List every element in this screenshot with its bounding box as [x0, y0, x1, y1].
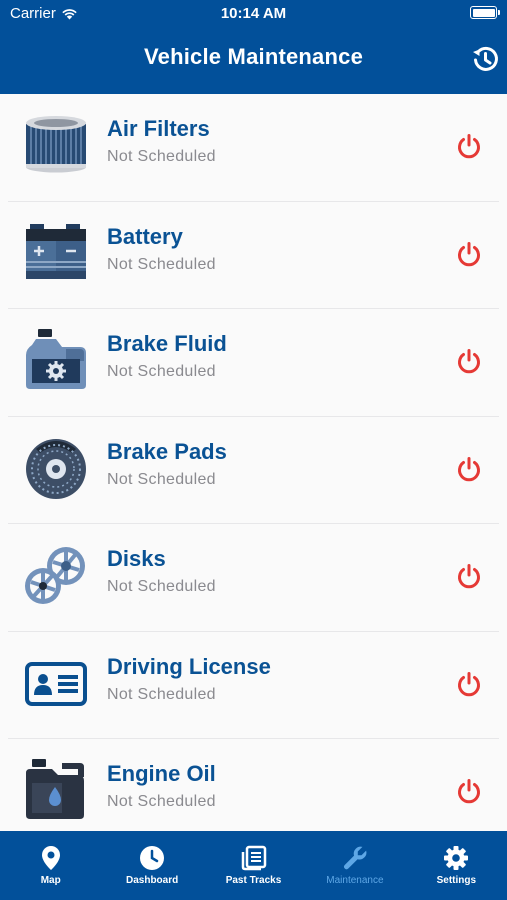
- power-toggle-button[interactable]: [452, 774, 486, 808]
- tab-maintenance[interactable]: Maintenance: [304, 831, 405, 900]
- power-toggle-button[interactable]: [452, 129, 486, 163]
- tab-map[interactable]: Map: [0, 831, 101, 900]
- list-item[interactable]: Battery Not Scheduled: [0, 201, 507, 309]
- power-icon: [458, 134, 480, 159]
- item-status: Not Scheduled: [107, 363, 216, 380]
- power-toggle-button[interactable]: [452, 237, 486, 271]
- driving-license-icon: [25, 661, 87, 706]
- battery-icon: [26, 223, 86, 279]
- power-icon: [458, 671, 480, 696]
- clock-icon: [139, 845, 165, 871]
- maintenance-list: Air Filters Not Scheduled Battery Not Sc: [0, 94, 507, 831]
- wrench-icon: [342, 845, 368, 871]
- list-item[interactable]: Driving License Not Scheduled: [0, 631, 507, 739]
- map-pin-icon: [38, 845, 64, 871]
- power-toggle-button[interactable]: [452, 559, 486, 593]
- item-status: Not Scheduled: [107, 793, 216, 810]
- power-toggle-button[interactable]: [452, 344, 486, 378]
- item-name: Battery: [107, 223, 183, 249]
- power-icon: [458, 349, 480, 374]
- status-bar: Carrier 10:14 AM: [0, 0, 507, 28]
- tab-dashboard[interactable]: Dashboard: [101, 831, 202, 900]
- brake-fluid-icon: [26, 329, 86, 389]
- tracks-icon: [241, 845, 267, 871]
- air-filter-icon: [26, 116, 86, 173]
- power-icon: [458, 241, 480, 266]
- tab-past-tracks[interactable]: Past Tracks: [203, 831, 304, 900]
- tab-label: Map: [40, 875, 61, 886]
- list-item[interactable]: Air Filters Not Scheduled: [0, 94, 507, 202]
- item-status: Not Scheduled: [107, 578, 216, 595]
- tab-settings[interactable]: Settings: [406, 831, 507, 900]
- header: Carrier 10:14 AM Vehicle Maintenance: [0, 0, 507, 94]
- tab-label: Settings: [436, 875, 477, 886]
- item-name: Disks: [107, 546, 166, 571]
- power-icon: [458, 779, 480, 804]
- power-icon: [458, 564, 480, 589]
- battery-status-icon: [470, 6, 500, 19]
- item-name: Air Filters: [107, 116, 210, 141]
- item-name: Brake Fluid: [107, 331, 227, 356]
- power-icon: [458, 456, 480, 481]
- item-status: Not Scheduled: [107, 685, 216, 703]
- list-item[interactable]: Brake Pads Not Scheduled: [0, 416, 507, 524]
- page-title: Vehicle Maintenance: [144, 44, 363, 69]
- disks-icon: [25, 547, 85, 604]
- tab-label: Past Tracks: [225, 875, 282, 886]
- status-time: 10:14 AM: [220, 5, 287, 22]
- item-status: Not Scheduled: [107, 148, 216, 165]
- tab-label: Maintenance: [326, 875, 384, 886]
- item-status: Not Scheduled: [107, 255, 216, 273]
- gear-icon: [443, 845, 469, 871]
- engine-oil-icon: [26, 759, 84, 819]
- brake-pads-icon: [26, 438, 86, 499]
- item-name: Brake Pads: [107, 438, 227, 464]
- tab-bar: Map Dashboard Past Tracks Maintenance Se…: [0, 831, 507, 900]
- item-name: Driving License: [107, 653, 271, 679]
- list-item[interactable]: Engine Oil Not Scheduled: [0, 739, 507, 831]
- item-status: Not Scheduled: [107, 470, 216, 488]
- list-item[interactable]: Brake Fluid Not Scheduled: [0, 309, 507, 417]
- list-item[interactable]: Disks Not Scheduled: [0, 524, 507, 632]
- power-toggle-button[interactable]: [452, 452, 486, 486]
- power-toggle-button[interactable]: [452, 667, 486, 701]
- tab-label: Dashboard: [125, 875, 179, 886]
- item-name: Engine Oil: [107, 761, 216, 786]
- history-icon: [473, 46, 498, 71]
- history-button[interactable]: [468, 42, 502, 76]
